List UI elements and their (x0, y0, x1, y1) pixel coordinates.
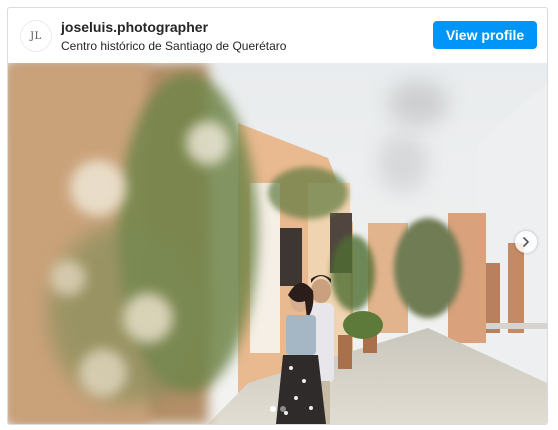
post-header: JL joseluis.photographer Centro históric… (8, 8, 547, 62)
carousel-dot-1 (269, 406, 276, 412)
street-photo-image (8, 63, 547, 424)
username-link[interactable]: joseluis.photographer (61, 19, 286, 36)
post-card: JL joseluis.photographer Centro históric… (7, 7, 548, 425)
avatar[interactable]: JL (20, 20, 52, 52)
post-photo[interactable] (8, 63, 547, 424)
avatar-initials: JL (30, 30, 42, 42)
post-meta: joseluis.photographer Centro histórico d… (61, 19, 286, 54)
view-profile-button[interactable]: View profile (433, 21, 537, 49)
carousel-next-button[interactable] (515, 231, 537, 253)
location-link[interactable]: Centro histórico de Santiago de Querétar… (61, 38, 286, 54)
chevron-right-icon (523, 237, 529, 247)
carousel-dot-2 (279, 406, 286, 412)
carousel-indicator (269, 406, 286, 412)
